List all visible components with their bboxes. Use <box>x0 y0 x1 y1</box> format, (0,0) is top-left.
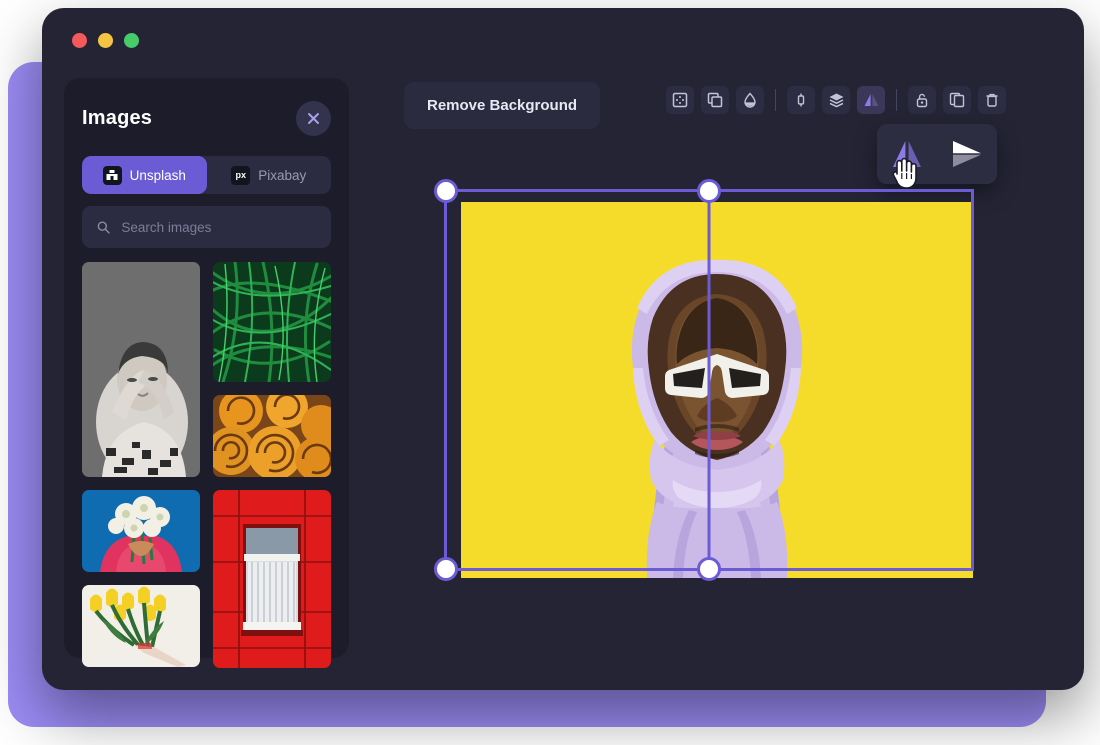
thumb-tulips[interactable] <box>82 585 200 667</box>
tab-pixabay[interactable]: px Pixabay <box>207 156 332 194</box>
remove-background-button[interactable]: Remove Background <box>404 82 601 129</box>
page-title: Images <box>82 106 153 129</box>
toolbar-separator-1 <box>775 89 776 111</box>
crop-button[interactable] <box>666 86 694 114</box>
panel-header: Images <box>82 98 331 138</box>
thumbnail-grid <box>82 262 331 668</box>
align-vertical-button[interactable] <box>787 86 815 114</box>
close-window-button[interactable] <box>72 33 87 48</box>
tab-pixabay-label: Pixabay <box>258 167 307 183</box>
unlock-icon <box>916 93 928 108</box>
trash-icon <box>986 93 998 107</box>
toolbar-separator-2 <box>896 89 897 111</box>
close-icon <box>308 112 319 124</box>
thumb-cinnamon-buns[interactable] <box>213 395 331 477</box>
images-panel: Images Unsplash px Pixabay Search images <box>64 78 349 668</box>
tab-unsplash[interactable]: Unsplash <box>82 156 207 194</box>
thumb-portrait-bw[interactable] <box>82 262 200 477</box>
canvas-artwork[interactable] <box>461 202 973 578</box>
copy-icon <box>949 92 965 108</box>
flip-vertical-option[interactable] <box>950 138 984 170</box>
flip-icon <box>864 94 878 106</box>
maximize-window-button[interactable] <box>124 33 139 48</box>
editor-canvas: Remove Background <box>372 66 1084 690</box>
search-bar[interactable] <box>82 206 331 248</box>
flip-horizontal-option[interactable] <box>890 138 924 170</box>
window-titlebar <box>42 8 1084 66</box>
thumb-red-window[interactable] <box>213 490 331 668</box>
mirrored-portrait-image <box>461 202 973 578</box>
minimize-window-button[interactable] <box>98 33 113 48</box>
flip-horizontal-icon <box>893 141 921 167</box>
source-tabs: Unsplash px Pixabay <box>82 156 331 194</box>
opacity-droplet-icon <box>744 92 756 108</box>
flip-options-menu <box>877 124 997 184</box>
thumb-flowers-blue[interactable] <box>82 490 200 572</box>
duplicate-layer-button[interactable] <box>701 86 729 114</box>
unsplash-icon <box>102 165 122 185</box>
pixabay-icon: px <box>231 165 251 185</box>
tab-unsplash-label: Unsplash <box>129 167 186 183</box>
screenshot-root: Images Unsplash px Pixabay Search images… <box>0 0 1100 745</box>
flip-button[interactable] <box>857 86 885 114</box>
align-vertical-icon <box>797 93 805 107</box>
close-panel-button[interactable] <box>296 100 331 136</box>
thumb-grass[interactable] <box>213 262 331 382</box>
copy-button[interactable] <box>943 86 971 114</box>
resize-handle-top-middle[interactable] <box>697 179 721 203</box>
traffic-lights <box>72 33 139 48</box>
flip-vertical-icon <box>953 141 981 167</box>
search-input[interactable] <box>121 219 316 235</box>
resize-handle-bottom-left[interactable] <box>434 557 458 581</box>
crop-icon <box>672 92 688 108</box>
duplicate-layer-icon <box>707 92 723 108</box>
delete-button[interactable] <box>978 86 1006 114</box>
resize-handle-bottom-middle[interactable] <box>697 557 721 581</box>
search-icon <box>97 220 110 234</box>
lock-button[interactable] <box>908 86 936 114</box>
layers-icon <box>829 93 843 107</box>
layers-button[interactable] <box>822 86 850 114</box>
object-toolbar <box>666 86 1006 114</box>
opacity-button[interactable] <box>736 86 764 114</box>
thumbnail-column-left <box>82 262 200 668</box>
thumbnail-column-right <box>213 262 331 668</box>
app-window: Images Unsplash px Pixabay Search images… <box>42 8 1084 690</box>
resize-handle-top-left[interactable] <box>434 179 458 203</box>
